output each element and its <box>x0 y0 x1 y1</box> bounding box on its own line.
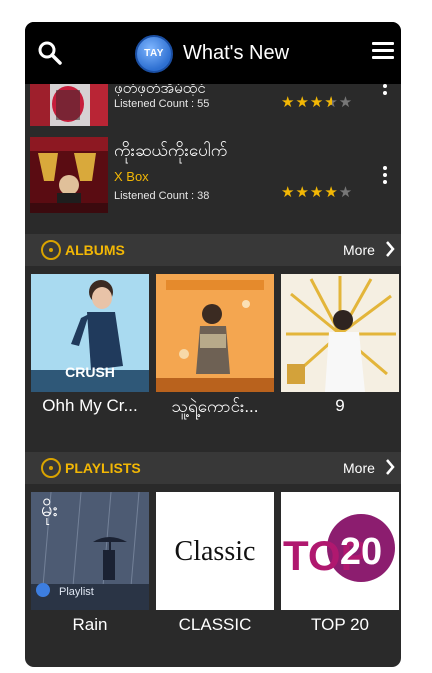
listened-count: Listened Count : 55 <box>114 98 210 110</box>
song-row[interactable]: ဖုတ်ဖုတ်အိမ်ထိုင် Listened Count : 55 ★★… <box>25 84 401 132</box>
star-rating: ★★★★★ <box>281 184 354 201</box>
app-logo: TAY <box>135 35 173 73</box>
playlists-more-link[interactable]: More <box>343 460 375 476</box>
app-bar: TAY What's New <box>25 22 401 84</box>
star-rating: ★★★★★★ <box>281 94 354 111</box>
phone-screen: TAY What's New ဖုတ်ဖုတ်အိမ်ထိုင် Listene… <box>25 22 401 667</box>
disc-icon <box>41 458 61 478</box>
playlist-title: Rain <box>72 615 108 634</box>
albums-more-link[interactable]: More <box>343 242 375 258</box>
section-title: PLAYLISTS <box>65 460 141 476</box>
albums-header: ALBUMS More <box>25 234 401 266</box>
playlist-cover[interactable]: မိုး Playlist <box>31 492 149 610</box>
playlist-cover-number: 20 <box>340 531 382 573</box>
album-art <box>156 274 274 392</box>
album-cover[interactable]: CRUSH <box>31 274 149 392</box>
playlist-cover[interactable]: Classic <box>156 492 274 610</box>
page-title: What's New <box>183 42 290 64</box>
playlist-title: CLASSIC <box>178 615 252 634</box>
playlist-cover-text: မိုး <box>41 497 58 525</box>
disc-icon <box>41 240 61 260</box>
album-cover-text: CRUSH <box>65 364 115 380</box>
playlist-cover-text: Classic <box>175 536 256 567</box>
album-art: CRUSH <box>31 274 149 392</box>
album-title: Ohh My Cr... <box>42 396 138 415</box>
chevron-right-icon[interactable] <box>385 240 395 258</box>
search-icon[interactable] <box>37 40 63 66</box>
listened-count: Listened Count : 38 <box>114 190 210 202</box>
section-title: ALBUMS <box>65 242 125 258</box>
album-title: သူ့ရဲ့ကောင်း... <box>171 397 259 416</box>
playlist-cover[interactable]: TOP 20 <box>281 492 399 610</box>
playlists-header: PLAYLISTS More <box>25 452 401 484</box>
kebab-icon[interactable] <box>382 84 388 98</box>
playlist-art: မိုး Playlist <box>31 492 149 610</box>
song-cover <box>30 84 108 126</box>
kebab-icon[interactable] <box>382 166 388 187</box>
menu-icon[interactable] <box>372 42 394 62</box>
song-artist: X Box <box>114 169 149 184</box>
song-row[interactable]: ကိုးဆယ်ကိုးပေါက် X Box Listened Count : … <box>25 132 401 218</box>
playlist-art: Classic <box>156 492 274 610</box>
playlist-cover-sub: Playlist <box>59 586 94 598</box>
album-cover[interactable] <box>156 274 274 392</box>
song-cover <box>30 137 108 213</box>
playlist-art: TOP 20 <box>281 492 399 610</box>
song-title: ဖုတ်ဖုတ်အိမ်ထိုင် <box>114 84 206 96</box>
album-cover[interactable] <box>281 274 399 392</box>
song-title: ကိုးဆယ်ကိုးပေါက် <box>114 141 228 160</box>
chevron-right-icon[interactable] <box>385 458 395 476</box>
album-art <box>281 274 399 392</box>
playlist-title: TOP 20 <box>311 615 369 634</box>
album-title: 9 <box>335 396 345 415</box>
